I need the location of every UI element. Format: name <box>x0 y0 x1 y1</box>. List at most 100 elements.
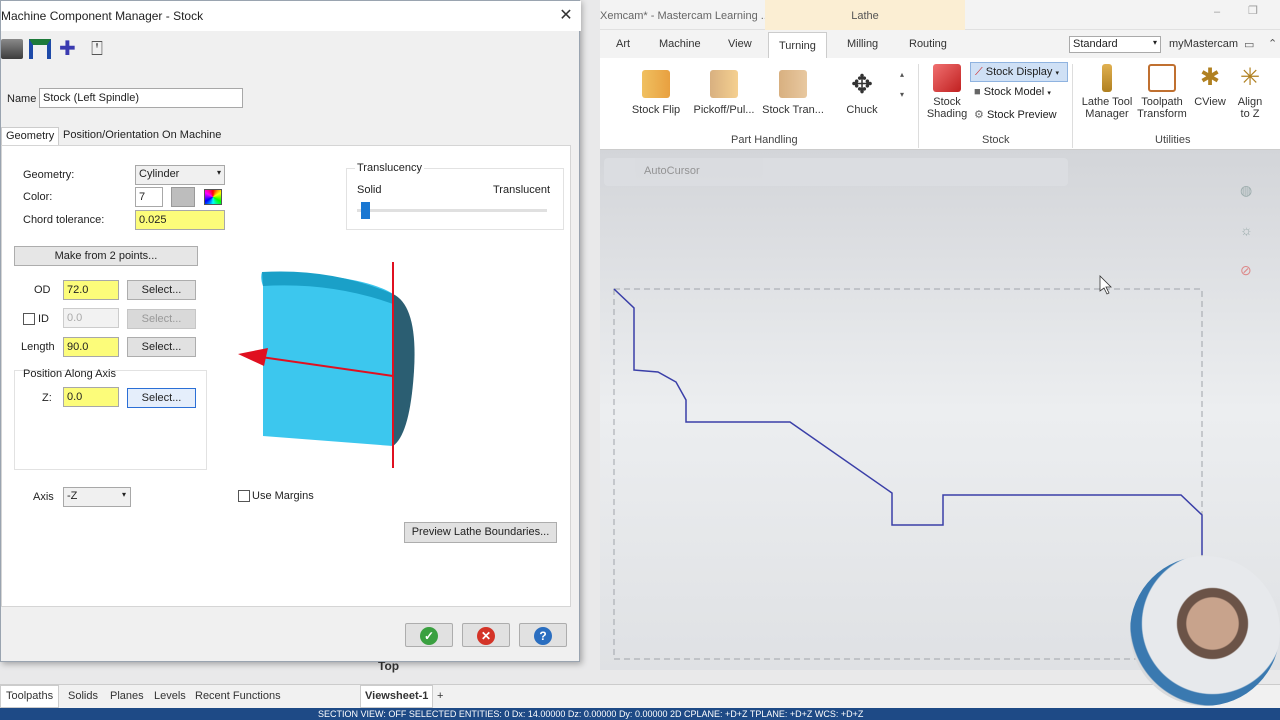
tab-view[interactable]: View <box>728 38 752 50</box>
stock-preview-icon: ⚙ <box>974 109 984 121</box>
translucency-label: Translucency <box>355 162 425 174</box>
tab-levels[interactable]: Levels <box>154 690 186 702</box>
stock-shading-icon <box>933 64 961 92</box>
ok-button[interactable]: ✓ <box>405 623 453 647</box>
stock-display-label: Stock Display <box>985 66 1053 78</box>
color-swatch[interactable] <box>171 187 195 207</box>
x-icon: ✕ <box>477 627 495 645</box>
geometry-panel: Geometry: Cylinder ▾ Color: Chord toleran… <box>1 145 571 607</box>
close-icon[interactable]: ✕ <box>557 8 575 26</box>
id-label: ID <box>38 313 49 325</box>
window-title: Xemcam* - Mastercam Learning ... <box>600 10 770 22</box>
chat-icon[interactable]: ▭ <box>1244 38 1254 51</box>
dialog-title: Machine Component Manager - Stock <box>1 1 581 31</box>
chord-tolerance-label: Chord tolerance: <box>23 214 105 226</box>
group-label-part-handling: Part Handling <box>731 134 798 146</box>
tab-turning[interactable]: Turning <box>768 32 827 59</box>
help-icon: ? <box>534 627 552 645</box>
lathe-tool-manager-button[interactable]: Lathe Tool Manager <box>1078 64 1136 120</box>
ribbon-separator <box>1072 64 1073 148</box>
tab-machine[interactable]: Machine <box>659 38 701 50</box>
z-input[interactable] <box>63 387 119 407</box>
align-to-z-label: Align to Z <box>1237 96 1263 120</box>
toolpath-transform-button[interactable]: Toolpath Transform <box>1136 64 1188 120</box>
sun-icon[interactable]: ☼ <box>1240 222 1253 238</box>
add-viewsheet-icon[interactable]: + <box>437 690 443 702</box>
autocursor-label[interactable]: AutoCursor <box>644 165 700 177</box>
group-label-utilities: Utilities <box>1155 134 1191 146</box>
stock-display-button[interactable]: ⟋ Stock Display ▾ <box>970 62 1068 82</box>
tab-solids[interactable]: Solids <box>68 690 98 702</box>
chord-tolerance-input[interactable] <box>135 210 225 230</box>
ribbon-tabs: Art Machine View Turning Milling Routing… <box>600 30 1280 59</box>
pickoff-button[interactable]: Pickoff/Pul... <box>692 70 756 116</box>
style-select-value: Standard <box>1073 38 1118 50</box>
stock-flip-icon <box>642 70 670 98</box>
minimize-icon[interactable]: – <box>1214 6 1220 18</box>
tab-milling[interactable]: Milling <box>847 38 878 50</box>
use-margins-checkbox[interactable] <box>238 490 250 502</box>
group-label-stock: Stock <box>982 134 1010 146</box>
length-input[interactable] <box>63 337 119 357</box>
stock-display-icon: ⟋ <box>975 66 983 78</box>
stock-transfer-button[interactable]: Stock Tran... <box>762 70 824 116</box>
stock-shading-button[interactable]: Stock Shading <box>926 64 968 120</box>
chuck-button[interactable]: ✥ Chuck <box>840 70 884 116</box>
checkmark-icon: ✓ <box>420 627 438 645</box>
cview-button[interactable]: ✱ CView <box>1192 64 1228 108</box>
status-bar: SECTION VIEW: OFF SELECTED ENTITIES: 0 D… <box>0 708 1280 720</box>
id-checkbox[interactable] <box>23 313 35 325</box>
no-icon[interactable]: ⊘ <box>1240 262 1252 278</box>
globe-icon[interactable]: ◍ <box>1240 182 1252 198</box>
stock-flip-button[interactable]: Stock Flip <box>630 70 682 116</box>
chuck-tool-icon[interactable] <box>29 39 51 59</box>
tab-toolpaths[interactable]: Toolpaths <box>0 685 60 708</box>
id-select-button: Select... <box>127 309 196 329</box>
tab-viewsheet[interactable]: Viewsheet-1 <box>360 685 434 708</box>
scroll-down-icon[interactable]: ▾ <box>900 90 904 99</box>
pickoff-icon <box>710 70 738 98</box>
name-input[interactable] <box>39 88 243 108</box>
tab-recent-functions[interactable]: Recent Functions <box>195 690 281 702</box>
color-palette-icon[interactable] <box>204 189 222 205</box>
od-select-button[interactable]: Select... <box>127 280 196 300</box>
color-label: Color: <box>23 191 53 203</box>
restore-icon[interactable]: ❐ <box>1248 4 1258 17</box>
context-tab-lathe[interactable]: Lathe <box>765 0 965 30</box>
make-from-2-points-button[interactable]: Make from 2 points... <box>14 246 198 266</box>
stock-preview-button[interactable]: ⚙ Stock Preview <box>974 108 1057 121</box>
stock-tool-icon[interactable] <box>1 39 23 59</box>
color-input[interactable] <box>135 187 163 207</box>
od-input[interactable] <box>63 280 119 300</box>
stock-dialog: Machine Component Manager - Stock ✕ ✚ ⍞ … <box>0 0 581 662</box>
translucency-slider-track[interactable] <box>357 209 547 212</box>
account-link[interactable]: myMastercam <box>1169 38 1238 50</box>
collapse-ribbon-icon[interactable]: ⌃ <box>1268 37 1277 50</box>
selection-toolbar[interactable]: AutoCursor <box>604 158 1068 186</box>
scroll-up-icon[interactable]: ▴ <box>900 70 904 79</box>
steady-rest-tool-icon[interactable]: ⍞ <box>91 39 113 59</box>
translucency-slider-thumb[interactable] <box>360 202 370 219</box>
style-select[interactable]: Standard ▾ <box>1069 36 1161 53</box>
preview-lathe-boundaries-button[interactable]: Preview Lathe Boundaries... <box>404 522 557 543</box>
toolpath-transform-icon <box>1148 64 1176 92</box>
z-select-button[interactable]: Select... <box>127 388 196 408</box>
tab-geometry[interactable]: Geometry <box>1 127 60 146</box>
cancel-button[interactable]: ✕ <box>462 623 510 647</box>
length-select-button[interactable]: Select... <box>127 337 196 357</box>
translucent-label: Translucent <box>493 184 551 196</box>
align-to-z-button[interactable]: ✳ Align to Z <box>1232 64 1268 120</box>
tab-planes[interactable]: Planes <box>110 690 144 702</box>
help-button[interactable]: ? <box>519 623 567 647</box>
stock-transfer-label: Stock Tran... <box>762 104 824 116</box>
side-toolbar[interactable]: ◍ ☼ ⊘ <box>1240 170 1270 290</box>
tab-position-orientation[interactable]: Position/Orientation On Machine <box>59 127 225 146</box>
ribbon-separator <box>918 64 919 148</box>
tab-routing[interactable]: Routing <box>909 38 947 50</box>
stock-model-button[interactable]: ■ Stock Model ▾ <box>974 86 1051 98</box>
tab-art[interactable]: Art <box>616 38 630 50</box>
tailstock-tool-icon[interactable]: ✚ <box>59 39 81 59</box>
axis-label: Axis <box>33 491 54 503</box>
axis-select[interactable]: -Z ▾ <box>63 487 131 507</box>
geometry-select[interactable]: Cylinder ▾ <box>135 165 225 185</box>
